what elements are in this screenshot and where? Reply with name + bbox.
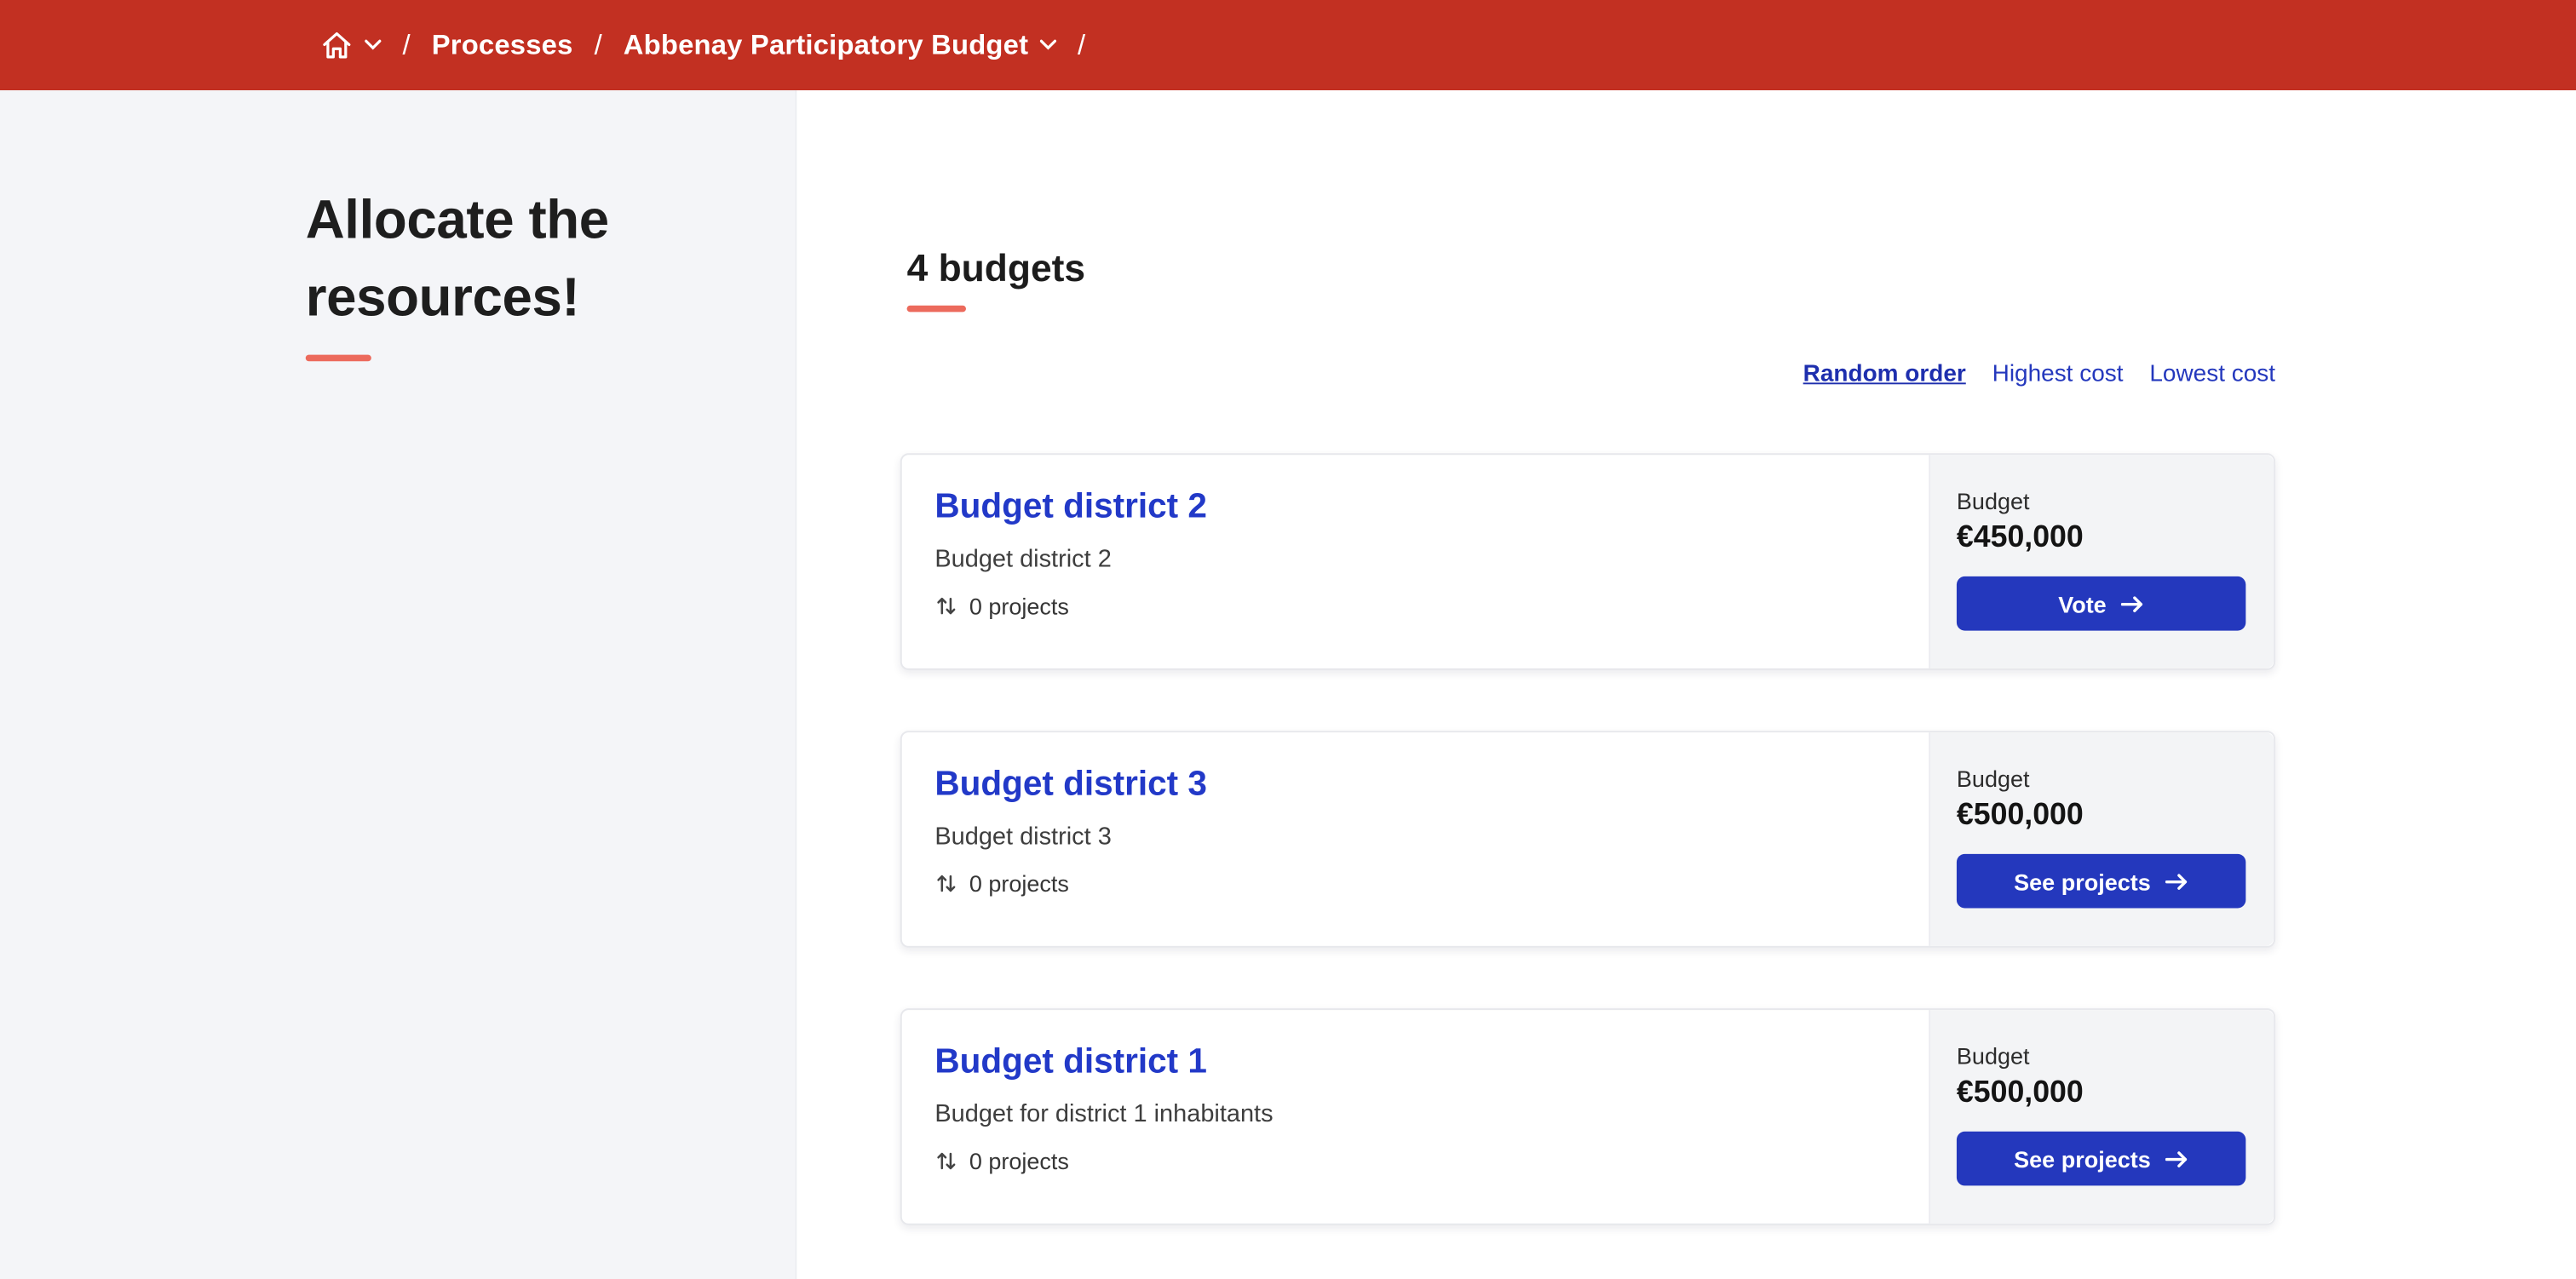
sort-highest-cost[interactable]: Highest cost: [1992, 361, 2124, 387]
budget-card-body: Budget district 1 Budget for district 1 …: [902, 1010, 1929, 1224]
sort-options: Random order Highest cost Lowest cost: [900, 361, 2275, 387]
breadcrumb-bar: / Processes / Abbenay Participatory Budg…: [0, 0, 2576, 91]
title-accent-underline: [305, 354, 371, 362]
home-icon: [320, 29, 354, 62]
page-title: Allocate the resources!: [305, 188, 610, 327]
breadcrumb-separator: /: [402, 28, 411, 60]
chevron-down-icon[interactable]: [1039, 39, 1056, 50]
main-content: 4 budgets Random order Highest cost Lowe…: [796, 90, 2576, 1279]
budget-card-side: Budget €450,000 Vote: [1929, 455, 2274, 668]
budget-card-side: Budget €500,000 See projects: [1929, 1010, 2274, 1224]
sidebar: Allocate the resources!: [0, 90, 797, 1279]
sort-lowest-cost[interactable]: Lowest cost: [2149, 361, 2275, 387]
arrow-right-icon: [2121, 594, 2144, 613]
budget-title-link[interactable]: Budget district 1: [934, 1043, 1207, 1081]
projects-row: 0 projects: [934, 593, 1895, 619]
sort-random-order[interactable]: Random order: [1803, 361, 1966, 387]
chevron-down-icon[interactable]: [365, 39, 382, 50]
content-layout: Allocate the resources! 4 budgets Random…: [0, 90, 2576, 1279]
arrow-right-icon: [2165, 871, 2188, 891]
budget-card-body: Budget district 3 Budget district 3 0 pr…: [902, 732, 1929, 946]
projects-count: 0 projects: [969, 1148, 1069, 1174]
breadcrumb-processes[interactable]: Processes: [432, 29, 573, 62]
see-projects-button[interactable]: See projects: [1956, 853, 2246, 909]
breadcrumb-separator: /: [594, 28, 602, 60]
breadcrumb-current-process[interactable]: Abbenay Participatory Budget: [624, 29, 1056, 62]
budget-amount: €450,000: [1956, 519, 2084, 553]
projects-icon: [934, 872, 957, 895]
budget-description: Budget district 3: [934, 823, 1112, 851]
projects-icon: [934, 594, 957, 617]
budget-description: Budget district 2: [934, 545, 1112, 574]
projects-count: 0 projects: [969, 593, 1069, 620]
see-projects-button[interactable]: See projects: [1956, 1131, 2246, 1186]
budget-card: Budget district 2 Budget district 2 0 pr…: [900, 453, 2276, 670]
budget-description: Budget for district 1 inhabitants: [934, 1100, 1274, 1128]
projects-row: 0 projects: [934, 870, 1895, 897]
budget-card-body: Budget district 2 Budget district 2 0 pr…: [902, 455, 1929, 668]
budgets-count-heading: 4 budgets: [906, 246, 1086, 290]
vote-button[interactable]: Vote: [1956, 576, 2246, 631]
budget-card: Budget district 3 Budget district 3 0 pr…: [900, 731, 2276, 948]
page: / Processes / Abbenay Participatory Budg…: [0, 0, 2576, 1279]
budget-label: Budget: [1956, 487, 2030, 514]
budget-title-link[interactable]: Budget district 3: [934, 766, 1207, 803]
budget-label: Budget: [1956, 765, 2030, 792]
budget-label: Budget: [1956, 1042, 2030, 1070]
arrow-right-icon: [2165, 1149, 2188, 1168]
breadcrumb-separator: /: [1078, 28, 1086, 60]
budget-card: Budget district 1 Budget for district 1 …: [900, 1008, 2276, 1225]
budget-title-link[interactable]: Budget district 2: [934, 488, 1207, 525]
projects-icon: [934, 1150, 957, 1173]
projects-count: 0 projects: [969, 870, 1069, 897]
budget-card-side: Budget €500,000 See projects: [1929, 732, 2274, 946]
budget-amount: €500,000: [1956, 1074, 2084, 1109]
home-link[interactable]: [320, 29, 382, 62]
projects-row: 0 projects: [934, 1148, 1895, 1174]
budget-amount: €500,000: [1956, 796, 2084, 831]
heading-accent-underline: [906, 305, 966, 313]
